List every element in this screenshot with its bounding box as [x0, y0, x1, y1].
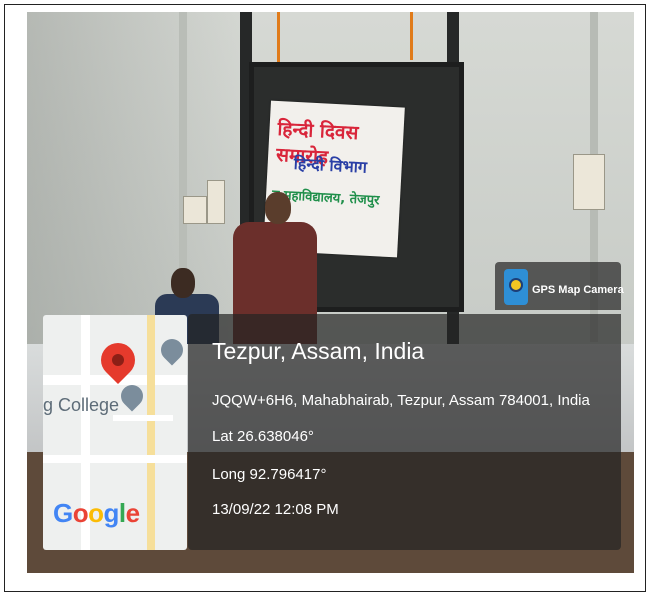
banner-line-2: हिन्दी विभाग: [293, 153, 368, 177]
switchboard: [207, 180, 225, 224]
gps-badge-label: GPS Map Camera: [532, 284, 624, 296]
longitude-text: Long 92.796417°: [212, 466, 327, 483]
switchboard: [573, 154, 605, 210]
banner-rope: [410, 12, 413, 60]
school-pin-icon: [116, 380, 148, 412]
google-letter: o: [88, 498, 104, 528]
latitude-text: Lat 26.638046°: [212, 428, 314, 445]
map-thumbnail: g College Google: [43, 315, 187, 550]
timestamp-text: 13/09/22 12:08 PM: [212, 501, 339, 518]
google-letter: G: [53, 498, 73, 528]
google-logo: Google: [53, 498, 140, 529]
seated-head: [171, 268, 195, 298]
google-letter: o: [72, 498, 89, 528]
banner-rope: [277, 12, 280, 64]
map-pin-icon: [156, 334, 187, 366]
map-place-label: g College: [43, 395, 120, 415]
address-text: JQQW+6H6, Mahabhairab, Tezpur, Assam 784…: [212, 392, 590, 409]
location-title: Tezpur, Assam, India: [212, 338, 425, 364]
google-letter: g: [103, 498, 120, 528]
speaker-head: [265, 192, 291, 224]
google-letter: l: [118, 498, 126, 528]
switchboard: [183, 196, 207, 224]
gps-camera-app-icon: [504, 269, 528, 305]
google-letter: e: [125, 498, 140, 528]
